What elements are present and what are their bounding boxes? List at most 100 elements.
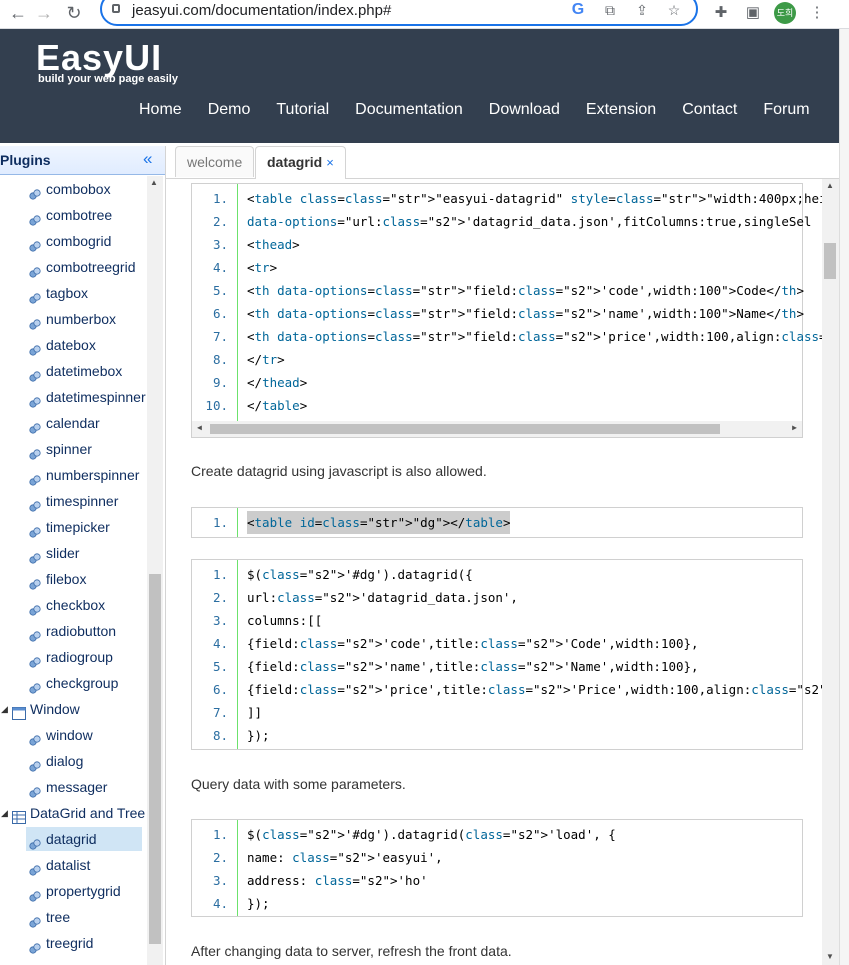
forward-icon[interactable]: → <box>32 2 56 24</box>
tree-item[interactable]: slider <box>0 540 147 566</box>
line-number: 3. <box>212 873 228 888</box>
tree-item-label: treegrid <box>46 935 94 951</box>
code-text: </thead> <box>247 375 308 390</box>
expand-arrow-icon[interactable]: ◢ <box>1 696 8 722</box>
tree-item[interactable]: radiogroup <box>0 644 147 670</box>
tree-item[interactable]: tree <box>0 904 147 930</box>
plugins-panel-header: Plugins « <box>0 146 165 175</box>
plugin-icon <box>29 599 41 616</box>
extensions-icon[interactable]: ✚ <box>710 2 732 24</box>
tree-item-label: slider <box>46 545 80 561</box>
tree-item[interactable]: combotreegrid <box>0 254 147 280</box>
code-text: <thead> <box>247 237 300 252</box>
menu-download[interactable]: Download <box>476 101 573 119</box>
scrollbar-thumb[interactable] <box>149 574 161 944</box>
menu-demo[interactable]: Demo <box>195 101 264 119</box>
tree-item[interactable]: combotree <box>0 202 147 228</box>
plugin-icon <box>29 339 41 356</box>
line-number: 3. <box>212 613 228 628</box>
line-number: 2. <box>212 214 228 229</box>
tree-item[interactable]: checkbox <box>0 592 147 618</box>
code-text: url:class="s2">'datagrid_data.json', <box>247 590 518 605</box>
tree-item-label: calendar <box>46 415 100 431</box>
menu-home[interactable]: Home <box>126 101 195 119</box>
tree-item[interactable]: combobox <box>0 176 147 202</box>
menu-tutorial[interactable]: Tutorial <box>263 101 342 119</box>
tree-item[interactable]: calendar <box>0 410 147 436</box>
plugin-icon <box>29 417 41 434</box>
site-header: EasyUI build your web page easily Home D… <box>0 29 839 143</box>
google-icon[interactable]: G <box>568 0 588 20</box>
window-icon <box>12 702 26 720</box>
line-number: 5. <box>212 659 228 674</box>
paragraph-refresh: After changing data to server, refresh t… <box>191 943 512 959</box>
line-number: 3. <box>212 237 228 252</box>
more-menu-icon[interactable]: ⋮ <box>806 2 828 24</box>
tree-group[interactable]: ◢ DataGrid and Tree <box>0 800 147 826</box>
translate-icon[interactable]: ⧉ <box>600 0 620 20</box>
menu-extension[interactable]: Extension <box>573 101 669 119</box>
menu-contact[interactable]: Contact <box>669 101 750 119</box>
plugin-tree-scrollbar[interactable]: ▲ <box>147 176 163 965</box>
plugin-icon <box>29 183 41 200</box>
expand-arrow-icon[interactable]: ◢ <box>1 800 8 826</box>
plugin-icon <box>29 287 41 304</box>
bookmark-star-icon[interactable]: ☆ <box>664 0 684 20</box>
collapse-left-icon[interactable]: « <box>143 149 152 169</box>
content-scrollbar[interactable]: ▲ ▼ <box>822 179 839 965</box>
share-icon[interactable]: ⇪ <box>632 0 652 20</box>
tree-item[interactable]: treegrid <box>0 930 147 956</box>
scroll-left-icon[interactable]: ◀ <box>197 423 202 432</box>
tree-item-label: radiobutton <box>46 623 117 639</box>
tree-item[interactable]: datalist <box>0 852 147 878</box>
tree-item-label: numberbox <box>46 311 117 327</box>
plugin-icon <box>29 261 41 278</box>
back-icon[interactable]: ← <box>6 2 30 24</box>
tree-item[interactable]: messager <box>0 774 147 800</box>
tree-item[interactable]: radiobutton <box>0 618 147 644</box>
tab-datagrid[interactable]: datagrid × <box>255 146 346 179</box>
scrollbar-thumb[interactable] <box>824 243 836 279</box>
tree-item[interactable]: timespinner <box>0 488 147 514</box>
menu-documentation[interactable]: Documentation <box>342 101 476 119</box>
tree-item[interactable]: checkgroup <box>0 670 147 696</box>
tree-item[interactable]: filebox <box>0 566 147 592</box>
tree-item[interactable]: spinner <box>0 436 147 462</box>
reload-icon[interactable]: ↻ <box>62 2 86 24</box>
tree-item[interactable]: window <box>0 722 147 748</box>
tree-item[interactable]: combogrid <box>0 228 147 254</box>
tree-item[interactable]: tagbox <box>0 280 147 306</box>
line-number: 6. <box>212 682 228 697</box>
menu-forum[interactable]: Forum <box>750 101 822 119</box>
tree-item[interactable]: dialog <box>0 748 147 774</box>
scroll-up-icon[interactable]: ▲ <box>826 181 834 190</box>
side-panel-icon[interactable]: ▣ <box>742 2 764 24</box>
tree-item[interactable]: numberbox <box>0 306 147 332</box>
line-number: 7. <box>212 705 228 720</box>
code-block-1: ◀ ▶ 1. <table class=class="str">"easyui-d… <box>191 183 822 438</box>
hscroll-thumb[interactable] <box>210 424 720 434</box>
profile-avatar[interactable]: 도희 <box>774 2 796 24</box>
line-number: 9. <box>212 375 228 390</box>
code-text: <th data-options=class="str">"field:clas… <box>247 306 804 321</box>
address-bar[interactable]: jeasyui.com/documentation/index.php# G ⧉… <box>100 0 698 26</box>
plugin-icon <box>29 443 41 460</box>
url-text[interactable]: jeasyui.com/documentation/index.php# <box>132 2 391 19</box>
close-tab-icon[interactable]: × <box>326 155 334 170</box>
tree-item[interactable]: datebox <box>0 332 147 358</box>
tree-item[interactable]: propertygrid <box>0 878 147 904</box>
tree-item[interactable]: timepicker <box>0 514 147 540</box>
tree-item[interactable]: datagrid <box>0 826 147 852</box>
tree-item[interactable]: datetimebox <box>0 358 147 384</box>
tree-group[interactable]: ◢ Window <box>0 696 147 722</box>
plugin-icon <box>29 495 41 512</box>
tree-item[interactable]: numberspinner <box>0 462 147 488</box>
plugins-panel: Plugins « combobox combotree combogrid comb… <box>0 146 166 965</box>
code-hscrollbar[interactable]: ◀ ▶ <box>192 421 802 437</box>
scroll-up-icon[interactable]: ▲ <box>150 178 158 187</box>
tree-item[interactable]: datetimespinner <box>0 384 147 410</box>
scroll-right-icon[interactable]: ▶ <box>792 423 797 432</box>
scroll-down-icon[interactable]: ▼ <box>826 952 834 961</box>
plugin-icon <box>29 937 41 954</box>
tab-welcome[interactable]: welcome <box>175 146 255 177</box>
